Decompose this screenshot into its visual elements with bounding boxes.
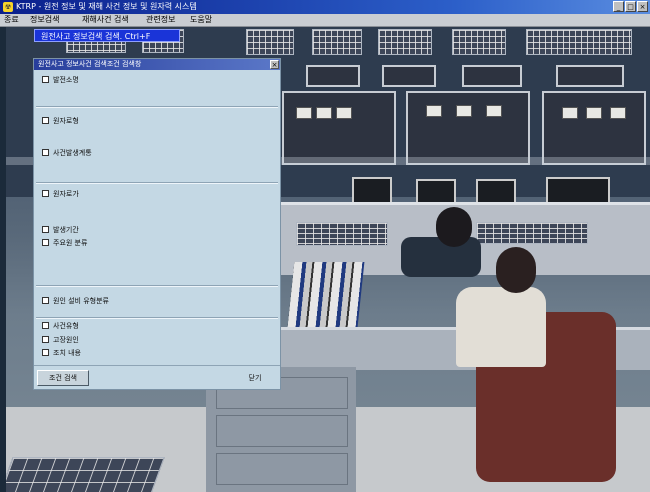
- search-shortcut-banner: 원전사고 정보검색 검색. Ctrl+F: [34, 29, 180, 42]
- dialog-body: 발전소명 원자로형 사건발생계통 원자로가 발생기간 주요원 분류 원인 설비 …: [36, 72, 278, 362]
- option-reactor-type[interactable]: 원자로형: [42, 116, 79, 126]
- menu-item-related-info[interactable]: 관련정보: [146, 14, 175, 26]
- checkbox-icon[interactable]: [42, 190, 49, 197]
- menu-bar: 종료 정보검색 재해사건 검색 관련정보 도움말: [0, 14, 650, 27]
- checkbox-icon[interactable]: [42, 76, 49, 83]
- dialog-footer: 조건 검색 닫기: [34, 365, 280, 390]
- menu-item-info-search[interactable]: 정보검색: [30, 14, 59, 26]
- option-event-system[interactable]: 사건발생계통: [42, 148, 92, 158]
- dialog-close-icon[interactable]: ×: [270, 60, 279, 69]
- dialog-title: 원전사고 정보사건 검색조건 검색창 ×: [34, 59, 280, 70]
- option-event-type[interactable]: 사건유형: [42, 321, 79, 331]
- checkbox-icon[interactable]: [42, 336, 49, 343]
- menu-item-event-search[interactable]: 재해사건 검색: [82, 14, 129, 26]
- minimize-button[interactable]: _: [613, 1, 624, 12]
- checkbox-icon[interactable]: [42, 297, 49, 304]
- window-title: KTRP - 원전 정보 및 재해 사건 정보 및 원자력 시스템: [16, 2, 197, 11]
- group-divider: [36, 106, 278, 108]
- option-plant-name[interactable]: 발전소명: [42, 75, 79, 85]
- search-button[interactable]: 조건 검색: [37, 370, 89, 386]
- checkbox-icon[interactable]: [42, 117, 49, 124]
- option-event-period[interactable]: 발생기간: [42, 225, 79, 235]
- option-action-taken[interactable]: 조치 내용: [42, 348, 81, 358]
- menu-item-help[interactable]: 도움말: [190, 14, 212, 26]
- close-button[interactable]: ×: [637, 1, 648, 12]
- checkbox-icon[interactable]: [42, 226, 49, 233]
- checkbox-icon[interactable]: [42, 349, 49, 356]
- option-cause-equipment-type[interactable]: 원인 설비 유형분류: [42, 296, 109, 306]
- dialog-title-text: 원전사고 정보사건 검색조건 검색창: [38, 60, 142, 68]
- group-divider: [36, 182, 278, 184]
- close-dialog-button[interactable]: 닫기: [234, 370, 276, 386]
- app-icon: ☢: [3, 2, 13, 12]
- menu-item-exit[interactable]: 종료: [4, 14, 19, 26]
- checkbox-icon[interactable]: [42, 149, 49, 156]
- option-main-classification[interactable]: 주요원 분류: [42, 238, 87, 248]
- window-controls: _ □ ×: [613, 1, 648, 12]
- group-divider: [36, 317, 278, 319]
- option-failure-cause[interactable]: 고장원인: [42, 335, 79, 345]
- checkbox-icon[interactable]: [42, 239, 49, 246]
- group-divider: [36, 285, 278, 287]
- maximize-button[interactable]: □: [625, 1, 636, 12]
- option-reactor-status[interactable]: 원자로가: [42, 189, 79, 199]
- search-conditions-dialog: 원전사고 정보사건 검색조건 검색창 × 발전소명 원자로형 사건발생계통 원자…: [33, 58, 281, 390]
- checkbox-icon[interactable]: [42, 322, 49, 329]
- window-title-bar: ☢ KTRP - 원전 정보 및 재해 사건 정보 및 원자력 시스템 _ □ …: [0, 0, 650, 14]
